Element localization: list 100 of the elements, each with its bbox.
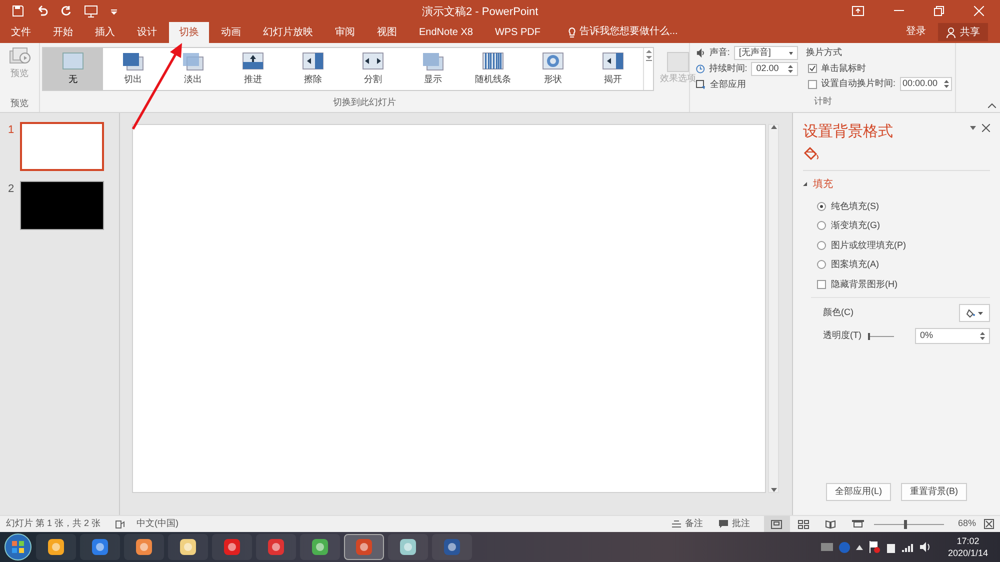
fit-slide-icon[interactable] <box>984 519 994 529</box>
ribbon-tab[interactable]: EndNote X8 <box>409 22 483 43</box>
ribbon-display-icon[interactable] <box>852 6 864 16</box>
slide-thumbnail[interactable] <box>20 181 104 230</box>
app-icon <box>222 537 242 557</box>
transition-option[interactable]: 显示 <box>403 48 463 90</box>
transition-option[interactable]: 随机线条 <box>463 48 523 90</box>
transition-option[interactable]: 分割 <box>343 48 403 90</box>
ribbon-tab[interactable]: 设计 <box>127 22 167 43</box>
reading-view-icon[interactable] <box>824 520 836 528</box>
slide-number: 2 <box>8 182 16 197</box>
transition-option[interactable]: 推进 <box>223 48 283 90</box>
taskbar-app[interactable] <box>256 534 296 560</box>
slideshow-icon[interactable] <box>852 520 864 528</box>
taskbar-app[interactable] <box>168 534 208 560</box>
ribbon-tab[interactable]: 视图 <box>367 22 407 43</box>
volume-icon[interactable] <box>920 542 932 552</box>
language-indicator[interactable]: 中文(中国) <box>136 517 179 531</box>
close-icon[interactable] <box>982 124 990 132</box>
redo-icon[interactable] <box>60 5 72 17</box>
minimize-icon[interactable] <box>894 10 904 12</box>
app-icon <box>46 537 66 557</box>
checkbox[interactable] <box>808 80 817 88</box>
transition-icon <box>361 51 385 72</box>
spelling-icon[interactable] <box>114 520 125 528</box>
time-spinner[interactable]: 00:00.00 <box>900 77 952 91</box>
spin-icon <box>788 64 793 74</box>
checkbox-label: 隐藏背景图形(H) <box>831 278 898 291</box>
scroll-up-icon[interactable] <box>770 125 776 129</box>
taskbar-app[interactable] <box>388 534 428 560</box>
ribbon-tab[interactable]: 切换 <box>169 22 209 43</box>
ribbon-tab[interactable]: 幻灯片放映 <box>253 22 323 43</box>
pane-menu-icon[interactable] <box>970 126 976 130</box>
app-icon <box>266 537 286 557</box>
transition-option[interactable]: 擦除 <box>283 48 343 90</box>
customize-icon[interactable] <box>110 7 118 15</box>
speaker-icon <box>696 48 706 58</box>
clock-icon <box>696 64 705 74</box>
color-picker[interactable] <box>959 304 990 322</box>
radio-button[interactable] <box>817 202 826 211</box>
checkbox[interactable] <box>808 64 817 73</box>
app-icon <box>134 537 154 557</box>
checkbox[interactable] <box>817 280 826 289</box>
pane-button[interactable]: 重置背景(B) <box>901 483 967 501</box>
clock-time[interactable]: 17:02 <box>956 535 980 547</box>
clock-date[interactable]: 2020/1/14 <box>948 547 988 559</box>
ribbon-tab[interactable]: 插入 <box>85 22 125 43</box>
transition-option[interactable]: 揭开 <box>583 48 643 90</box>
taskbar-app[interactable] <box>432 534 472 560</box>
app-icon <box>310 537 330 557</box>
radio-label: 图案填充(A) <box>831 258 879 271</box>
restore-icon[interactable] <box>934 6 944 16</box>
transition-icon <box>541 51 565 72</box>
transition-option[interactable]: 无 <box>43 48 103 90</box>
transition-icon <box>301 51 325 72</box>
section-header[interactable]: 填充 <box>803 176 990 192</box>
ribbon-tab[interactable]: 动画 <box>211 22 251 43</box>
taskbar-app[interactable] <box>80 534 120 560</box>
ribbon-tab[interactable]: 开始 <box>43 22 83 43</box>
start-icon[interactable] <box>4 533 32 561</box>
zoom-thumb[interactable] <box>904 520 908 528</box>
sound-label: 声音: <box>709 46 730 60</box>
sign-in-link[interactable]: 登录 <box>906 24 926 39</box>
radio-button[interactable] <box>817 260 826 270</box>
taskbar-app[interactable] <box>124 534 164 560</box>
scrollbar[interactable] <box>768 124 779 493</box>
window-title: 演示文稿2 - PowerPoint <box>422 4 538 20</box>
save-icon[interactable] <box>12 5 24 17</box>
ribbon-tab[interactable]: WPS PDF <box>484 22 550 43</box>
share-button[interactable]: 共享 <box>938 23 988 41</box>
duration-spinner[interactable]: 02.00 <box>751 62 798 76</box>
flag-icon[interactable] <box>868 541 880 553</box>
paint-bucket-icon[interactable] <box>803 146 821 162</box>
tell-me-field[interactable]: 告诉我您想要做什么... <box>580 24 678 39</box>
ribbon-tab[interactable]: 文件 <box>1 22 41 43</box>
transition-option[interactable]: 形状 <box>523 48 583 90</box>
comments-button[interactable]: 批注 <box>718 517 750 531</box>
normal-view-button[interactable] <box>764 516 790 532</box>
radio-button[interactable] <box>817 221 826 230</box>
tray-arrow-icon[interactable] <box>856 544 863 550</box>
pane-button[interactable]: 全部应用(L) <box>826 483 891 501</box>
apply-all-button[interactable]: 全部应用 <box>696 78 798 92</box>
sorter-view-icon[interactable] <box>798 520 809 528</box>
collapse-icon[interactable] <box>988 103 996 108</box>
transparency-spinner[interactable]: 0% <box>915 328 990 344</box>
presenter-icon[interactable] <box>84 4 98 18</box>
gallery-scroller[interactable] <box>643 48 653 90</box>
scroll-down-icon[interactable] <box>770 488 776 492</box>
sound-dropdown[interactable]: [无声音] <box>734 46 798 60</box>
taskbar-app[interactable] <box>212 534 252 560</box>
taskbar-app[interactable] <box>36 534 76 560</box>
slide-thumbnail[interactable] <box>20 122 104 171</box>
taskbar-app[interactable] <box>300 534 340 560</box>
ribbon-tab[interactable]: 审阅 <box>325 22 365 43</box>
zoom-level[interactable]: 68% <box>958 517 976 531</box>
transition-option[interactable]: 切出 <box>103 48 163 90</box>
notes-button[interactable]: 备注 <box>672 517 703 531</box>
expand-icon <box>803 182 807 186</box>
radio-button[interactable] <box>817 240 826 250</box>
signal-icon[interactable] <box>902 542 914 552</box>
